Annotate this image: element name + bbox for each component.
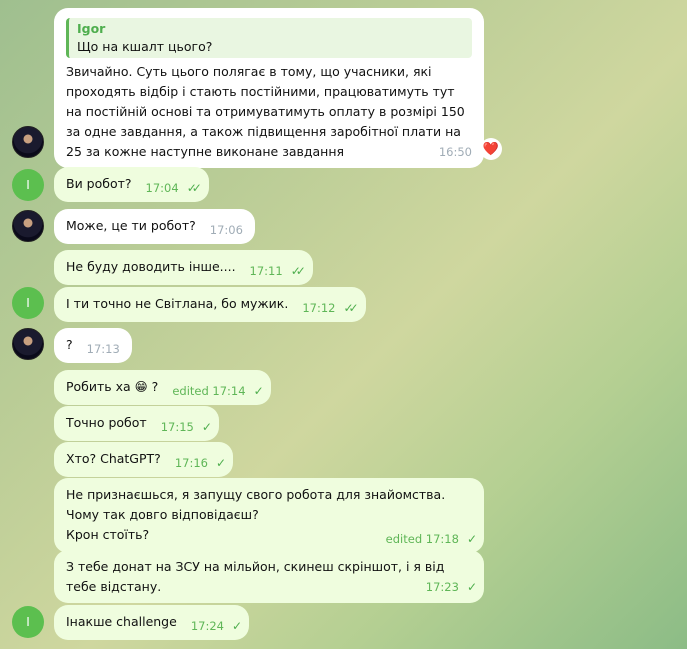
message-bubble[interactable]: Ви робот? 17:04 ✓✓ bbox=[54, 167, 209, 202]
message-time: 17:06 bbox=[209, 223, 243, 237]
message-time: 17:23 bbox=[425, 580, 459, 594]
user-avatar[interactable]: I bbox=[12, 606, 44, 638]
message-text: Точно робот bbox=[66, 415, 147, 430]
message-bubble[interactable]: ? 17:13 bbox=[54, 328, 132, 363]
check-icon: ✓ bbox=[215, 456, 226, 470]
message-text: Не буду доводить інше.... bbox=[66, 259, 236, 274]
message-time: 17:12 bbox=[302, 301, 336, 315]
message-text: Звичайно. Суть цього полягає в тому, що … bbox=[66, 64, 465, 159]
message-bubble[interactable]: Хто? ChatGPT? 17:16 ✓ bbox=[54, 442, 234, 477]
double-check-icon: ✓✓ bbox=[186, 181, 202, 195]
reply-quote[interactable]: Igor Що на кшалт цього? bbox=[66, 18, 472, 58]
message-text: Робить ха 😁 ? bbox=[66, 379, 159, 394]
check-icon: ✓ bbox=[466, 580, 477, 594]
double-check-icon: ✓✓ bbox=[343, 301, 358, 315]
message-time: edited 17:14 bbox=[172, 384, 246, 398]
message-bubble[interactable]: Не признаєшься, я запущу свого робота дл… bbox=[54, 478, 484, 553]
message-bubble[interactable]: Не буду доводить інше.... 17:11 ✓✓ bbox=[54, 250, 313, 285]
message-bubble[interactable]: Igor Що на кшалт цього? Звичайно. Суть ц… bbox=[54, 8, 484, 168]
message-time: 17:24 bbox=[190, 619, 224, 633]
message-text: Може, це ти робот? bbox=[66, 218, 196, 233]
quote-author: Igor bbox=[77, 21, 106, 36]
contact-avatar[interactable] bbox=[12, 328, 44, 360]
message-text: Ви робот? bbox=[66, 176, 132, 191]
heart-reaction[interactable]: ❤️ bbox=[480, 138, 502, 160]
message-time: 16:50 bbox=[438, 145, 472, 159]
message-time: edited 17:18 bbox=[385, 532, 459, 546]
message-bubble[interactable]: Точно робот 17:15 ✓ bbox=[54, 406, 219, 441]
message-bubble[interactable]: Інакше challenge 17:24 ✓ bbox=[54, 605, 250, 640]
message-time: 17:04 bbox=[145, 181, 179, 195]
message-time: 17:16 bbox=[174, 456, 208, 470]
check-icon: ✓ bbox=[466, 532, 477, 546]
contact-avatar[interactable] bbox=[12, 126, 44, 158]
message-text: І ти точно не Світлана, бо мужик. bbox=[66, 296, 289, 311]
check-icon: ✓ bbox=[253, 384, 264, 398]
double-check-icon: ✓✓ bbox=[290, 264, 306, 278]
message-text: Інакше challenge bbox=[66, 614, 177, 629]
message-time: 17:13 bbox=[86, 342, 120, 356]
user-avatar[interactable]: I bbox=[12, 287, 44, 319]
message-text: ? bbox=[66, 337, 73, 352]
message-text: З тебе донат на ЗСУ на мільйон, скинеш с… bbox=[66, 559, 445, 594]
message-bubble[interactable]: Може, це ти робот? 17:06 bbox=[54, 209, 255, 244]
quote-text: Що на кшалт цього? bbox=[77, 39, 213, 54]
check-icon: ✓ bbox=[231, 619, 242, 633]
message-time: 17:11 bbox=[249, 264, 283, 278]
message-bubble[interactable]: З тебе донат на ЗСУ на мільйон, скинеш с… bbox=[54, 550, 484, 603]
user-avatar[interactable]: I bbox=[12, 169, 44, 201]
message-bubble[interactable]: Робить ха 😁 ? edited 17:14 ✓ bbox=[54, 370, 271, 405]
message-bubble[interactable]: І ти точно не Світлана, бо мужик. 17:12 ✓✓ bbox=[54, 287, 366, 322]
check-icon: ✓ bbox=[201, 420, 212, 434]
contact-avatar[interactable] bbox=[12, 210, 44, 242]
message-text: Хто? ChatGPT? bbox=[66, 451, 161, 466]
message-time: 17:15 bbox=[160, 420, 194, 434]
